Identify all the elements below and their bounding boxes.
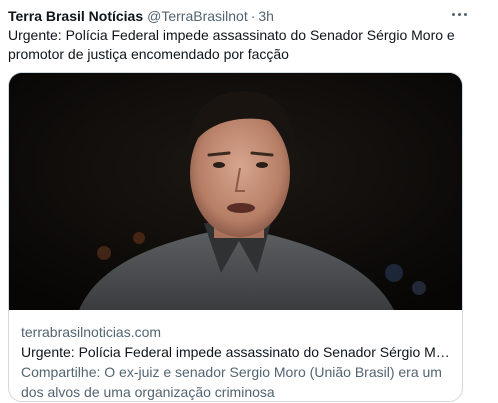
author-handle[interactable]: @TerraBrasilnot [147,8,248,24]
card-image[interactable] [9,73,462,310]
card-meta: terrabrasilnoticias.com Urgente: Polícia… [21,322,456,401]
card-description: Compartilhe: O ex-juiz e senador Sergio … [21,364,442,400]
tweet-timestamp[interactable]: 3h [258,8,274,24]
more-horizontal-icon [450,12,468,16]
more-options-button[interactable] [448,4,470,24]
separator-dot: · [250,8,256,24]
link-preview-card[interactable]: terrabrasilnoticias.com Urgente: Polícia… [8,72,463,402]
tweet-header: Terra Brasil Notícias @TerraBrasilnot · … [8,6,458,26]
tweet[interactable]: Terra Brasil Notícias @TerraBrasilnot · … [0,0,498,403]
portrait-image [9,73,462,310]
card-title: Urgente: Polícia Federal impede assassin… [21,344,454,360]
card-domain: terrabrasilnoticias.com [21,324,162,340]
author-name[interactable]: Terra Brasil Notícias [8,8,143,24]
tweet-text: Urgente: Polícia Federal impede assassin… [8,27,455,62]
